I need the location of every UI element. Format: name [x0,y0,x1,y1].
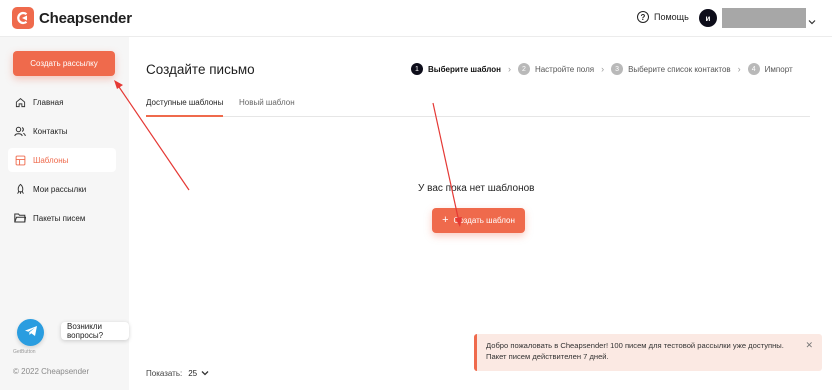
help-link[interactable]: ? Помощь [637,11,689,23]
sidebar-item-packages[interactable]: Пакеты писем [8,206,116,230]
folder-icon [14,212,26,224]
close-icon[interactable]: ✕ [805,340,813,351]
step-label: Импорт [764,64,793,74]
sidebar-item-label: Шаблоны [33,155,69,165]
page-title: Создайте письмо [146,62,255,77]
page-size-label: Показать: [146,369,183,378]
sidebar-item-label: Контакты [33,126,68,136]
sidebar-item-home[interactable]: Главная [8,90,116,114]
brand-logo[interactable]: Cheapsender [12,7,132,29]
sidebar-item-contacts[interactable]: Контакты [8,119,116,143]
home-icon [14,96,26,108]
step-number: 1 [411,63,423,75]
user-name-redacted[interactable] [722,8,806,28]
template-tabs: Доступные шаблоны Новый шаблон [146,98,810,117]
step-configure-fields[interactable]: 2 Настройте поля [517,63,595,75]
tab-available-templates[interactable]: Доступные шаблоны [146,98,224,117]
create-template-button[interactable]: + Создать шаблон [432,208,525,233]
step-label: Выберите шаблон [428,64,501,74]
getbutton-credit: GetButton [13,349,36,355]
chevron-right-icon: › [737,64,741,74]
chat-prompt-bubble[interactable]: Возникли вопросы? [61,322,129,340]
top-bar: Cheapsender ? Помощь и [0,0,832,37]
plus-icon: + [442,214,449,226]
sidebar-item-templates[interactable]: Шаблоны [8,148,116,172]
mailings-icon [14,183,26,195]
chevron-down-icon[interactable] [808,12,816,30]
help-icon: ? [637,11,649,23]
step-choose-contacts[interactable]: 3 Выберите список контактов [611,63,731,75]
sidebar-item-label: Мои рассылки [33,184,87,194]
sidebar-item-mailings[interactable]: Мои рассылки [8,177,116,201]
empty-state-text: У вас пока нет шаблонов [418,183,535,194]
step-label: Настройте поля [534,64,595,74]
telegram-icon [24,324,38,342]
sidebar-item-label: Пакеты писем [33,213,86,223]
sidebar-item-label: Главная [33,97,64,107]
contacts-icon [14,125,26,137]
welcome-toast: Добро пожаловать в Cheapsender! 100 писе… [474,334,822,371]
page-size-value: 25 [188,369,198,378]
toast-line-2: Пакет писем действителен 7 дней. [486,352,609,361]
chevron-right-icon: › [601,64,605,74]
step-import[interactable]: 4 Импорт [747,63,793,75]
step-number: 3 [611,63,624,75]
chevron-down-icon [201,369,209,378]
step-number: 4 [747,63,760,75]
page-size-selector[interactable]: Показать: 25 [146,369,209,378]
create-mailing-button[interactable]: Создать рассылку [13,51,115,76]
avatar[interactable]: и [699,9,717,27]
toast-line-1: Добро пожаловать в Cheapsender! 100 писе… [486,341,784,350]
sidebar: Создать рассылку Главная Контакты Шаблон… [0,37,129,390]
copyright-text: © 2022 Cheapsender [13,367,90,376]
step-number: 2 [517,63,530,75]
step-label: Выберите список контактов [628,64,731,74]
step-choose-template[interactable]: 1 Выберите шаблон [411,63,501,75]
telegram-chat-button[interactable] [17,319,44,346]
chevron-right-icon: › [507,64,511,74]
brand-name: Cheapsender [39,9,132,27]
wizard-steps: 1 Выберите шаблон › 2 Настройте поля › 3… [411,63,793,75]
help-label: Помощь [654,12,689,22]
create-template-label: Создать шаблон [453,216,515,225]
logo-icon [12,7,34,29]
tab-new-template[interactable]: Новый шаблон [239,98,295,117]
app-root: Cheapsender ? Помощь и Создать рассылку … [0,0,832,390]
templates-icon [14,154,26,166]
